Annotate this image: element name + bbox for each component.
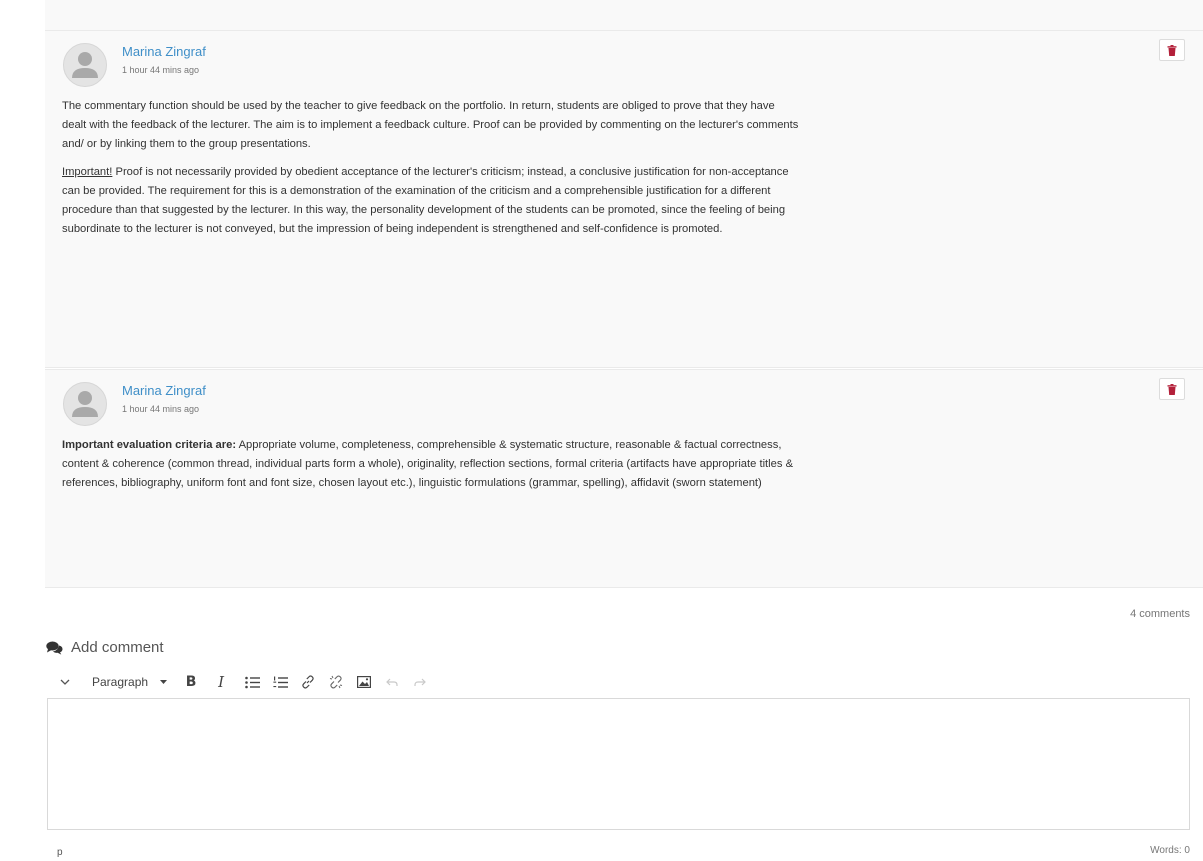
add-comment-heading: Add comment [46, 639, 164, 656]
insert-image-button[interactable] [354, 671, 374, 693]
chevron-down-icon [60, 679, 70, 685]
comment-timestamp: 1 hour 44 mins ago [122, 65, 200, 75]
undo-icon [386, 678, 398, 686]
editor-word-count: Words: 0 [1150, 845, 1190, 856]
important-label: Important! [62, 166, 113, 178]
comment-item: Marina Zingraf 1 hour 44 mins ago Import… [45, 369, 1203, 588]
editor-element-path: p [57, 847, 63, 858]
redo-button[interactable] [410, 671, 430, 693]
redo-icon [414, 678, 426, 686]
trash-icon [1167, 383, 1177, 395]
numbered-list-icon [272, 676, 288, 688]
remove-link-button[interactable] [326, 671, 346, 693]
format-select[interactable]: Paragraph [92, 671, 148, 693]
previous-comment-edge [45, 0, 1203, 31]
important-text: Proof is not necessarily provided by obe… [62, 166, 789, 235]
bullet-list-icon [244, 676, 260, 688]
comment-author-link[interactable]: Marina Zingraf [122, 44, 206, 59]
comment-timestamp: 1 hour 44 mins ago [122, 404, 200, 414]
trash-icon [1167, 44, 1177, 56]
italic-button[interactable]: I [212, 671, 230, 693]
link-icon [302, 675, 314, 689]
comment-editor-input[interactable] [47, 698, 1190, 830]
add-comment-label: Add comment [71, 639, 164, 656]
bold-button[interactable]: B [182, 671, 200, 693]
comment-body: Important evaluation criteria are: Appro… [62, 436, 802, 502]
comment-item: Marina Zingraf 1 hour 44 mins ago The co… [45, 30, 1203, 368]
caret-down-icon [159, 680, 167, 684]
criteria-label: Important evaluation criteria are: [62, 439, 237, 451]
comments-icon [46, 641, 63, 655]
comment-count: 4 comments [1130, 608, 1190, 620]
delete-comment-button[interactable] [1159, 39, 1185, 61]
format-select-caret[interactable] [158, 671, 168, 693]
comment-paragraph: Important! Proof is not necessarily prov… [62, 163, 802, 239]
undo-button[interactable] [382, 671, 402, 693]
user-avatar-icon [63, 382, 107, 426]
comments-section: Marina Zingraf 1 hour 44 mins ago The co… [0, 0, 1203, 861]
editor-toolbar: Paragraph B I [58, 670, 438, 694]
delete-comment-button[interactable] [1159, 378, 1185, 400]
image-icon [357, 676, 372, 688]
user-avatar-icon [63, 43, 107, 87]
comment-paragraph: The commentary function should be used b… [62, 100, 799, 150]
bullet-list-button[interactable] [242, 671, 262, 693]
numbered-list-button[interactable] [270, 671, 290, 693]
comment-paragraph: Important evaluation criteria are: Appro… [62, 436, 802, 493]
unlink-icon [329, 675, 343, 689]
comment-body: The commentary function should be used b… [62, 97, 802, 248]
comment-author-link[interactable]: Marina Zingraf [122, 383, 206, 398]
toolbar-toggle-button[interactable] [58, 671, 72, 693]
insert-link-button[interactable] [298, 671, 318, 693]
